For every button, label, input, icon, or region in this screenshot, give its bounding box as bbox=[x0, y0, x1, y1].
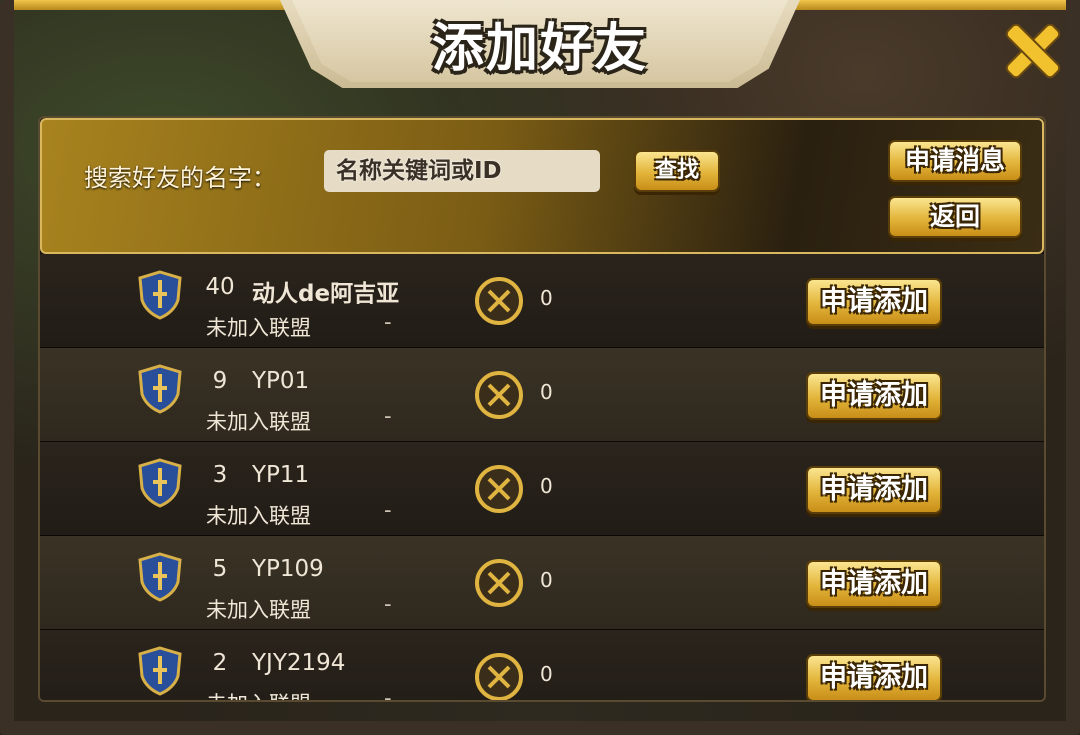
player-alliance: 未加入联盟 bbox=[206, 504, 311, 528]
shield-icon bbox=[138, 552, 182, 602]
player-power: 0 bbox=[540, 286, 553, 310]
player-name: YP109 bbox=[252, 556, 324, 582]
request-add-button[interactable]: 申请添加 bbox=[806, 654, 942, 700]
player-list[interactable]: 40 动人de阿吉亚 未加入联盟 - 0 申请添加 9 YP01 未加入联盟 -… bbox=[40, 254, 1044, 700]
player-level: 9 bbox=[212, 368, 228, 394]
alliance-rank: - bbox=[384, 498, 392, 522]
player-level: 2 bbox=[212, 650, 228, 676]
player-row: 5 YP109 未加入联盟 - 0 申请添加 bbox=[40, 536, 1044, 630]
shield-icon bbox=[138, 270, 182, 320]
crossed-swords-icon bbox=[475, 653, 523, 700]
search-bar: 搜索好友的名字： 查找 申请消息 返回 bbox=[40, 118, 1044, 254]
player-power: 0 bbox=[540, 380, 553, 404]
alliance-rank: - bbox=[384, 310, 392, 334]
alliance-rank: - bbox=[384, 592, 392, 616]
player-alliance: 未加入联盟 bbox=[206, 598, 311, 622]
player-row: 40 动人de阿吉亚 未加入联盟 - 0 申请添加 bbox=[40, 254, 1044, 348]
shield-icon bbox=[138, 646, 182, 696]
request-add-button[interactable]: 申请添加 bbox=[806, 372, 942, 420]
request-add-button[interactable]: 申请添加 bbox=[806, 278, 942, 326]
player-power: 0 bbox=[540, 662, 553, 686]
crossed-swords-icon bbox=[475, 559, 523, 607]
back-button[interactable]: 返回 bbox=[888, 196, 1022, 238]
player-alliance: 未加入联盟 bbox=[206, 410, 311, 434]
player-power: 0 bbox=[540, 474, 553, 498]
player-name: 动人de阿吉亚 bbox=[252, 281, 400, 307]
shield-icon bbox=[138, 458, 182, 508]
player-row: 2 YJY2194 未加入联盟 - 0 申请添加 bbox=[40, 630, 1044, 700]
player-power: 0 bbox=[540, 568, 553, 592]
find-button[interactable]: 查找 bbox=[634, 150, 720, 192]
shield-icon bbox=[138, 364, 182, 414]
crossed-swords-icon bbox=[475, 465, 523, 513]
crossed-swords-icon bbox=[475, 277, 523, 325]
player-level: 40 bbox=[205, 274, 235, 300]
request-add-button[interactable]: 申请添加 bbox=[806, 466, 942, 514]
alliance-rank: - bbox=[384, 686, 392, 700]
request-add-button[interactable]: 申请添加 bbox=[806, 560, 942, 608]
player-row: 3 YP11 未加入联盟 - 0 申请添加 bbox=[40, 442, 1044, 536]
player-level: 3 bbox=[212, 462, 228, 488]
player-row: 9 YP01 未加入联盟 - 0 申请添加 bbox=[40, 348, 1044, 442]
crossed-swords-icon bbox=[475, 371, 523, 419]
player-alliance: 未加入联盟 bbox=[206, 688, 311, 700]
player-level: 5 bbox=[212, 556, 228, 582]
player-name: YP11 bbox=[252, 462, 310, 488]
search-input[interactable] bbox=[324, 150, 600, 192]
player-name: YJY2194 bbox=[252, 650, 346, 676]
friend-panel: 搜索好友的名字： 查找 申请消息 返回 40 动人de阿吉亚 未加入联盟 - 0… bbox=[38, 116, 1046, 702]
player-alliance: 未加入联盟 bbox=[206, 316, 311, 340]
close-icon[interactable] bbox=[1004, 22, 1062, 80]
player-name: YP01 bbox=[252, 368, 310, 394]
search-label: 搜索好友的名字： bbox=[84, 164, 276, 192]
alliance-rank: - bbox=[384, 404, 392, 428]
page-title: 添加好友 bbox=[431, 19, 648, 79]
request-messages-button[interactable]: 申请消息 bbox=[888, 140, 1022, 182]
